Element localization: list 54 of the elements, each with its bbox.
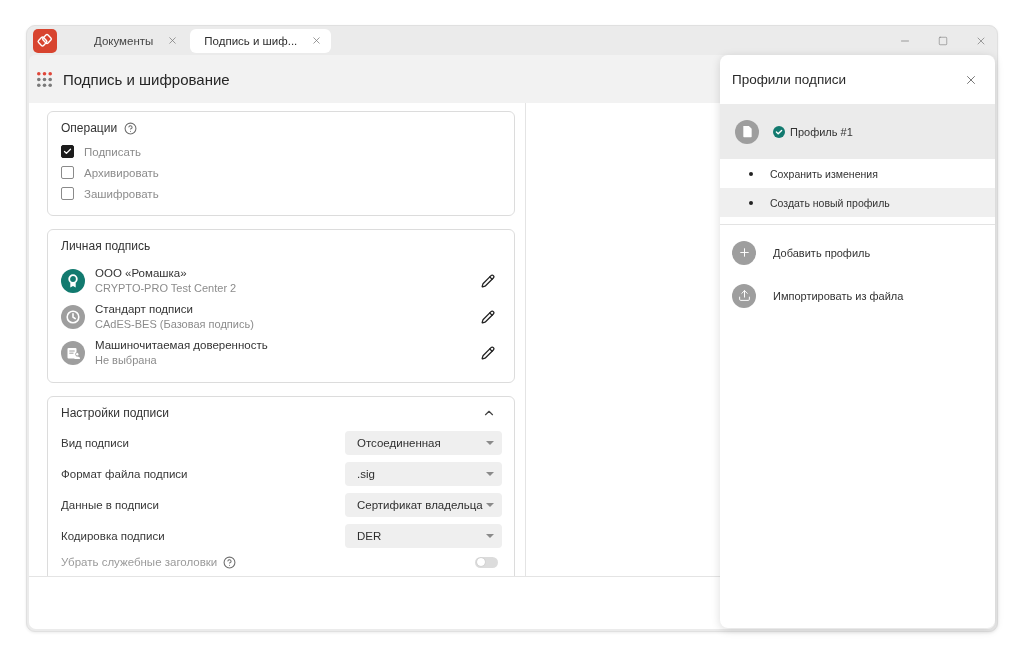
caret-icon — [486, 440, 494, 445]
check-circle-icon — [773, 125, 785, 138]
item-subtitle: CRYPTO-PRO Test Center 2 — [95, 281, 237, 296]
app-logo — [33, 28, 57, 53]
help-icon[interactable] — [223, 555, 237, 569]
bullet-icon — [749, 171, 753, 176]
close-icon[interactable] — [311, 35, 323, 46]
card-title: Личная подпись — [61, 239, 151, 253]
menu-item[interactable]: Сохранить изменения — [720, 159, 995, 188]
close-icon[interactable] — [167, 35, 179, 46]
item-title: Машиночитаемая доверенность — [95, 338, 268, 353]
card-title: Настройки подписи — [61, 406, 169, 420]
caret-icon — [486, 502, 494, 507]
field-label: Вид подписи — [61, 436, 129, 449]
menu-item[interactable]: Создать новый профиль — [720, 188, 995, 217]
pencil-icon[interactable] — [480, 345, 496, 361]
upload-icon — [732, 283, 756, 308]
select-field[interactable]: Сертификат владельца — [345, 492, 502, 517]
tab[interactable]: Документы — [80, 28, 188, 53]
item-subtitle: CAdES-BES (Базовая подпись) — [95, 317, 254, 332]
item-title: Стандарт подписи — [95, 302, 193, 317]
plus-icon — [732, 240, 756, 265]
field-label: Убрать служебные заголовки — [61, 556, 218, 568]
menu-item[interactable]: Импортировать из файла — [720, 274, 995, 317]
profile-item[interactable]: Профиль #1 — [720, 104, 995, 159]
help-icon[interactable] — [124, 121, 138, 135]
field-label: Формат файла подписи — [61, 467, 188, 480]
pencil-icon[interactable] — [480, 309, 496, 325]
checkbox-label: Архивировать — [84, 166, 159, 179]
caret-icon — [486, 533, 494, 538]
checkbox-label: Подписать — [84, 145, 141, 158]
select-field[interactable]: Отсоединенная — [345, 430, 502, 455]
panel-title: Профили подписи — [732, 72, 847, 87]
menu-item[interactable]: Добавить профиль — [720, 231, 995, 274]
item-subtitle: Не выбрана — [95, 353, 157, 368]
check-icon — [63, 147, 72, 156]
caret-icon — [486, 471, 494, 476]
file-icon — [735, 119, 759, 144]
card-title: Операции — [61, 121, 118, 135]
item-title: ООО «Ромашка» — [95, 266, 187, 281]
page-title: Подпись и шифрование — [63, 70, 230, 88]
profile-name: Профиль #1 — [790, 125, 853, 138]
checkbox[interactable] — [61, 166, 74, 179]
field-label: Данные в подписи — [61, 498, 159, 511]
select-field[interactable]: .sig — [345, 461, 502, 486]
select-field[interactable]: DER — [345, 523, 502, 548]
field-label: Кодировка подписи — [61, 529, 165, 542]
apps-grid-icon[interactable] — [37, 71, 52, 87]
tab[interactable]: Подпись и шиф... — [190, 28, 332, 53]
checkbox-label: Зашифровать — [84, 187, 159, 200]
checkbox[interactable] — [61, 145, 74, 158]
checkbox[interactable] — [61, 187, 74, 200]
bullet-icon — [749, 200, 753, 205]
pencil-icon[interactable] — [480, 273, 496, 289]
